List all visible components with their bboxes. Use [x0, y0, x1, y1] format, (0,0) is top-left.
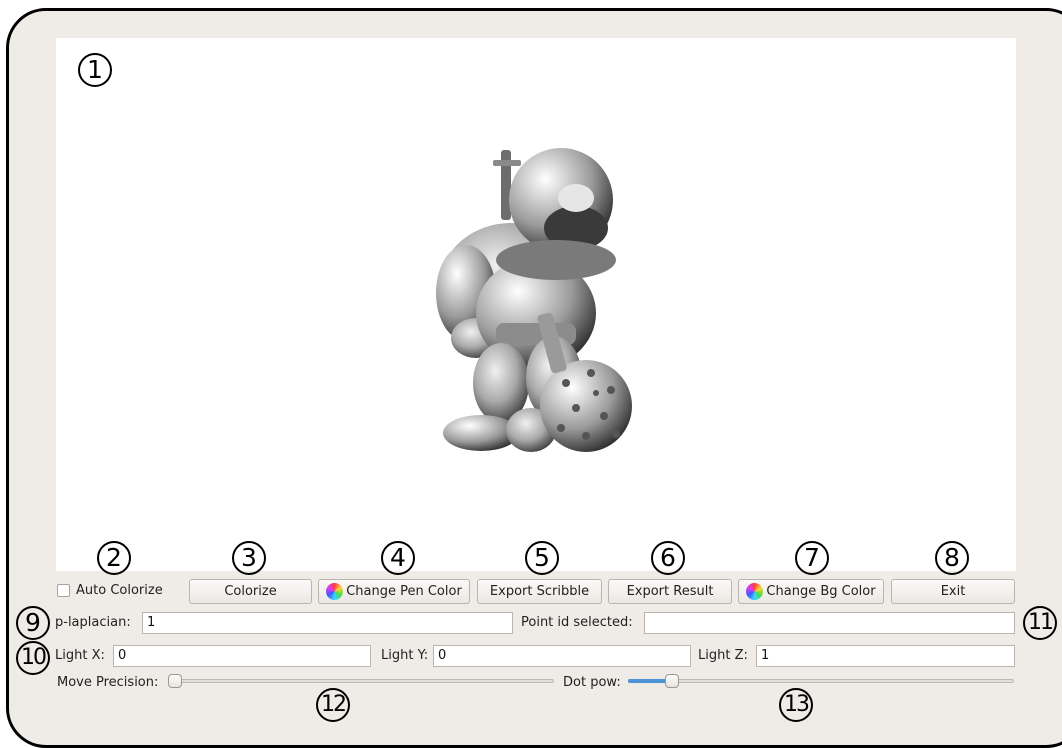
callout-3: 3	[232, 541, 266, 575]
export-scribble-label: Export Scribble	[489, 584, 590, 599]
exit-button[interactable]: Exit	[891, 579, 1015, 604]
point-id-selected-label: Point id selected:	[521, 615, 633, 630]
change-bg-color-button[interactable]: Change Bg Color	[738, 579, 884, 604]
change-bg-color-label: Change Bg Color	[766, 584, 876, 599]
light-y-input[interactable]: 0	[433, 645, 691, 667]
callout-9: 9	[16, 606, 50, 640]
callout-13: 13	[779, 688, 813, 722]
callout-7: 7	[795, 541, 829, 575]
callout-8: 8	[935, 541, 969, 575]
light-y-label: Light Y:	[381, 648, 429, 663]
dot-pow-slider-handle[interactable]	[665, 674, 679, 688]
callout-5: 5	[525, 541, 559, 575]
dot-pow-label: Dot pow:	[563, 675, 621, 690]
color-wheel-icon	[326, 583, 344, 600]
move-precision-label: Move Precision:	[57, 675, 159, 690]
light-z-input[interactable]: 1	[756, 645, 1015, 667]
export-result-label: Export Result	[626, 584, 714, 599]
callout-10: 10	[16, 641, 50, 675]
auto-colorize-label[interactable]: Auto Colorize	[76, 583, 163, 598]
export-scribble-button[interactable]: Export Scribble	[477, 579, 602, 604]
callout-12: 12	[316, 688, 350, 722]
render-viewport[interactable]	[56, 38, 1016, 571]
color-wheel-icon	[746, 583, 764, 600]
auto-colorize-checkbox[interactable]	[57, 584, 70, 597]
move-precision-slider-handle[interactable]	[168, 674, 182, 688]
export-result-button[interactable]: Export Result	[608, 579, 732, 604]
warrior-3d-model	[436, 148, 632, 452]
dot-pow-slider-track[interactable]	[628, 679, 1014, 683]
callout-2: 2	[97, 541, 131, 575]
point-id-selected-input[interactable]	[644, 612, 1015, 634]
light-z-label: Light Z:	[698, 648, 748, 663]
callout-11: 11	[1023, 606, 1057, 640]
light-x-label: Light X:	[55, 648, 105, 663]
callout-6: 6	[651, 541, 685, 575]
callout-1: 1	[78, 53, 112, 87]
callout-4: 4	[381, 541, 415, 575]
move-precision-slider-track[interactable]	[170, 679, 554, 683]
light-x-input[interactable]: 0	[113, 645, 371, 667]
colorize-button[interactable]: Colorize	[189, 579, 312, 604]
exit-label: Exit	[940, 584, 966, 599]
p-laplacian-label: p-laplacian:	[55, 615, 131, 630]
p-laplacian-input[interactable]: 1	[142, 612, 513, 634]
change-pen-color-button[interactable]: Change Pen Color	[318, 579, 470, 604]
colorize-button-label: Colorize	[224, 584, 277, 599]
change-pen-color-label: Change Pen Color	[346, 584, 462, 599]
